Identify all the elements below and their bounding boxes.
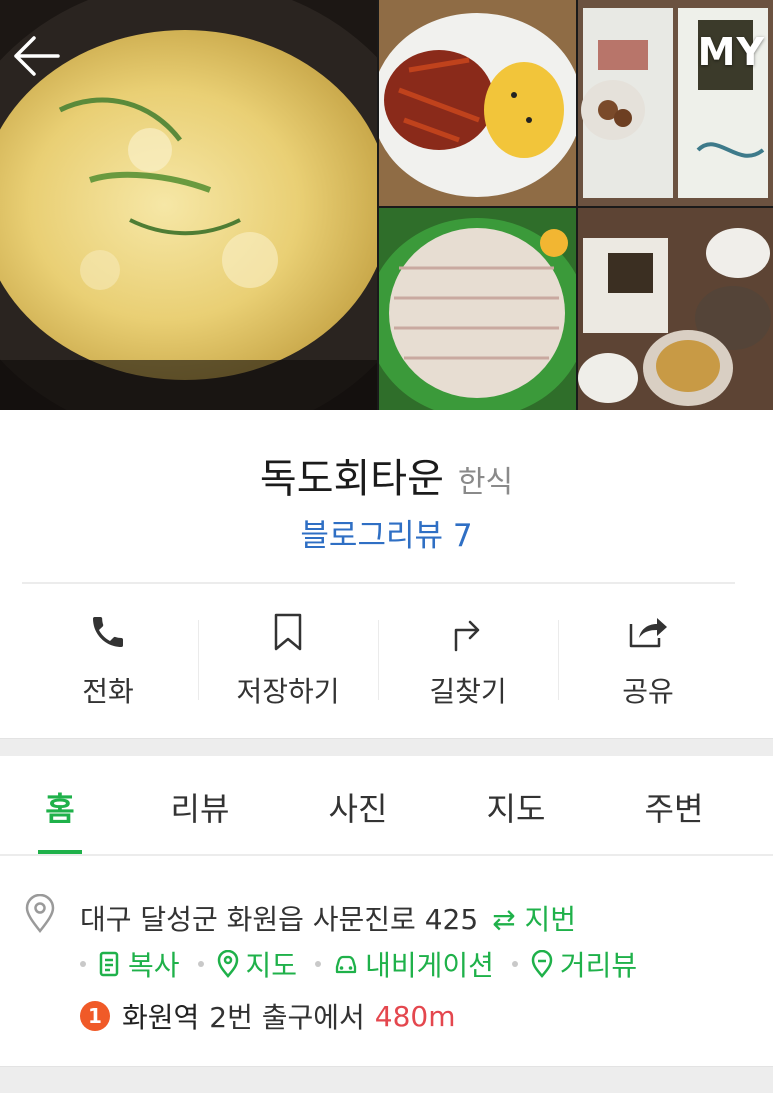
- jibun-toggle[interactable]: ⇄ 지번: [492, 903, 576, 936]
- tab-bar: 홈 리뷰 사진 지도 주변: [0, 756, 773, 856]
- action-bar: 전화 저장하기 길찾기 공유: [18, 610, 738, 710]
- navigation-label: 내비게이션: [365, 949, 494, 982]
- subway-line-badge: 1: [80, 1001, 110, 1031]
- photo-gallery[interactable]: MY: [0, 0, 773, 410]
- section-gap-bottom: [0, 1066, 773, 1093]
- my-button[interactable]: MY: [698, 30, 765, 74]
- tab-reviews[interactable]: 리뷰: [171, 784, 230, 830]
- navigation-link[interactable]: 내비게이션: [333, 944, 494, 984]
- phone-icon: [18, 610, 198, 654]
- share-icon: [558, 610, 738, 654]
- photo-5[interactable]: [578, 208, 773, 410]
- section-gap: [0, 738, 773, 757]
- nearest-station: 1 화원역 2번 출구에서 480m: [80, 996, 456, 1036]
- bookmark-icon: [198, 610, 378, 654]
- exit-text: 2번 출구에서: [209, 1001, 365, 1034]
- station-name: 화원역: [122, 1001, 200, 1034]
- save-button[interactable]: 저장하기: [198, 610, 378, 710]
- tab-photos[interactable]: 사진: [329, 784, 388, 830]
- map-label: 지도: [245, 949, 298, 982]
- title-row: 독도회타운 한식: [0, 446, 773, 504]
- divider: [22, 582, 735, 584]
- copy-label: 복사: [128, 949, 180, 982]
- map-link[interactable]: 지도: [216, 944, 298, 984]
- directions-arrow-icon: [378, 610, 558, 654]
- share-label: 공유: [622, 675, 674, 708]
- copy-link[interactable]: 복사: [98, 944, 180, 984]
- active-tab-indicator: [38, 850, 82, 854]
- place-name: 독도회타운: [259, 456, 444, 502]
- call-label: 전화: [82, 675, 134, 708]
- address-section: 대구 달성군 화원읍 사문진로 425 ⇄ 지번 복사 지도 내비게이션 거리뷰 …: [0, 856, 773, 1066]
- tab-home[interactable]: 홈: [45, 784, 74, 830]
- separator-dot: [511, 961, 518, 967]
- save-label: 저장하기: [236, 675, 340, 708]
- directions-button[interactable]: 길찾기: [378, 610, 558, 710]
- copy-icon: [99, 951, 119, 977]
- street-view-label: 거리뷰: [559, 949, 638, 982]
- tab-map[interactable]: 지도: [487, 784, 546, 830]
- address-line: 대구 달성군 화원읍 사문진로 425 ⇄ 지번: [80, 898, 576, 938]
- map-pin-icon: [217, 950, 238, 978]
- car-icon: [335, 955, 357, 974]
- location-pin-icon: [24, 893, 56, 938]
- directions-label: 길찾기: [429, 675, 507, 708]
- photo-2[interactable]: [379, 0, 576, 206]
- separator-dot: [197, 961, 204, 967]
- call-button[interactable]: 전화: [18, 610, 198, 710]
- separator-dot: [80, 961, 86, 967]
- tab-nearby[interactable]: 주변: [645, 784, 704, 830]
- separator-dot: [315, 961, 322, 967]
- back-arrow-icon[interactable]: [10, 30, 62, 82]
- road-address: 대구 달성군 화원읍 사문진로 425: [80, 903, 479, 936]
- address-links: 복사 지도 내비게이션 거리뷰: [80, 944, 655, 984]
- place-category: 한식: [457, 465, 514, 500]
- station-distance: 480m: [374, 999, 456, 1033]
- place-info: 독도회타운 한식 블로그리뷰 7 전화 저장하기 길찾기 공유: [0, 410, 773, 740]
- street-view-link[interactable]: 거리뷰: [530, 944, 637, 984]
- blog-review-link[interactable]: 블로그리뷰 7: [0, 510, 773, 555]
- share-button[interactable]: 공유: [558, 610, 738, 710]
- street-view-pin-icon: [531, 950, 553, 978]
- photo-4[interactable]: [379, 208, 576, 410]
